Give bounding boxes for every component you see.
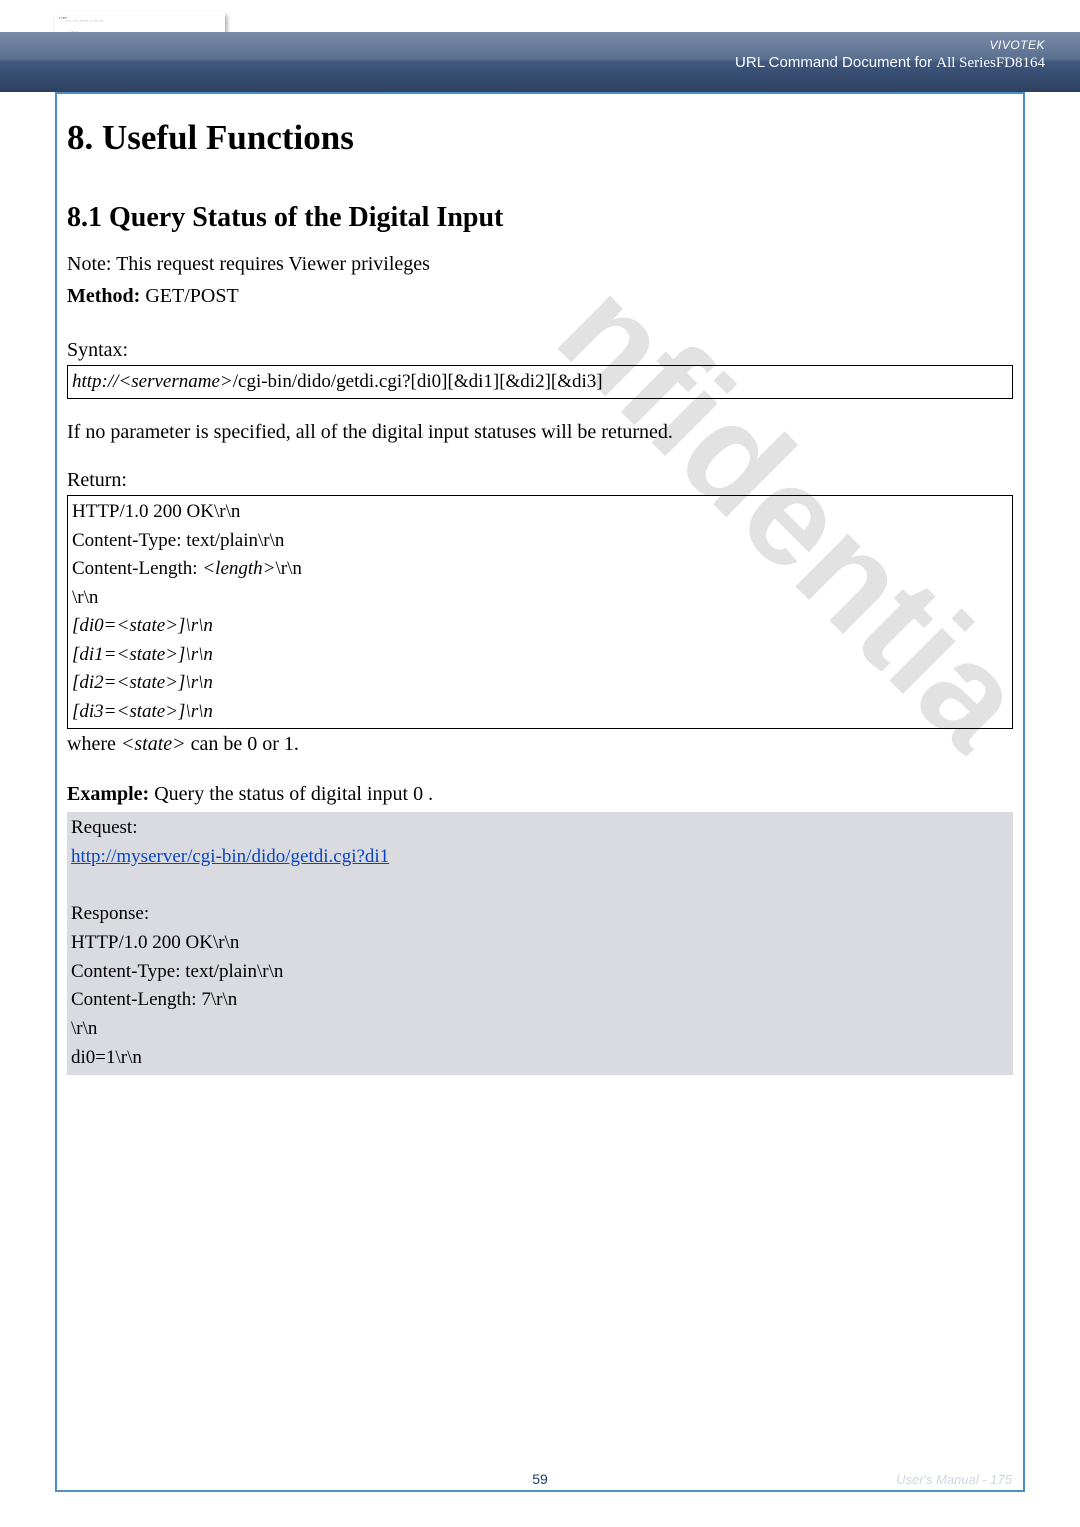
heading-h1: 8. Useful Functions [67, 112, 1013, 165]
return-label: Return: [67, 465, 1013, 495]
return-line-1: HTTP/1.0 200 OK\r\n [72, 498, 1008, 527]
response-label: Response: [71, 900, 1009, 929]
return-line-2: Content-Type: text/plain\r\n [72, 527, 1008, 556]
response-line-4: \r\n [71, 1015, 1009, 1044]
return-box: HTTP/1.0 200 OK\r\n Content-Type: text/p… [67, 495, 1013, 729]
response-line-2: Content-Type: text/plain\r\n [71, 958, 1009, 987]
return-line-8: [di3=<state>]\r\n [72, 698, 1008, 727]
header-subtitle: URL Command Document for All SeriesFD816… [0, 54, 1045, 72]
request-label: Request: [71, 814, 1009, 843]
response-line-1: HTTP/1.0 200 OK\r\n [71, 929, 1009, 958]
header-subtitle-prefix: URL Command Document for [735, 54, 936, 71]
header-subtitle-model: FD8164 [996, 55, 1045, 71]
where-line: where <state> can be 0 or 1. [67, 729, 1013, 759]
heading-h2: 8.1 Query Status of the Digital Input [67, 197, 1013, 239]
method-line: Method: GET/POST [67, 281, 1013, 311]
return-line-7: [di2=<state>]\r\n [72, 669, 1008, 698]
response-line-3: Content-Length: 7\r\n [71, 986, 1009, 1015]
syntax-box: http://<servername>/cgi-bin/dido/getdi.c… [67, 365, 1013, 400]
header-bar: VIVOTEK URL Command Document for All Ser… [0, 32, 1080, 92]
response-line-5: di0=1\r\n [71, 1044, 1009, 1073]
method-label: Method: [67, 285, 140, 307]
syntax-label: Syntax: [67, 335, 1013, 365]
content-border: nfidentia 8. Useful Functions 8.1 Query … [55, 92, 1025, 1492]
request-response-box: Request: http://myserver/cgi-bin/dido/ge… [67, 812, 1013, 1075]
example-text: Query the status of digital input 0 . [149, 783, 433, 805]
no-param-text: If no parameter is specified, all of the… [67, 417, 1013, 447]
return-line-4: \r\n [72, 584, 1008, 613]
request-url-link[interactable]: http://myserver/cgi-bin/dido/getdi.cgi?d… [71, 846, 389, 867]
example-label: Example: [67, 783, 149, 805]
method-value: GET/POST [140, 285, 238, 307]
return-line-3: Content-Length: <length>\r\n [72, 555, 1008, 584]
header-brand: VIVOTEK [0, 38, 1045, 52]
footer-right: User's Manual - 175 [896, 1472, 1012, 1487]
return-line-5: [di0=<state>]\r\n [72, 612, 1008, 641]
syntax-url-path: /cgi-bin/dido/getdi.cgi?[di0][&di1][&di2… [233, 371, 603, 392]
header-subtitle-series: All Series [936, 55, 996, 71]
example-line: Example: Query the status of digital inp… [67, 779, 1013, 809]
syntax-url: http://<servername> [72, 371, 233, 392]
note-text: Note: This request requires Viewer privi… [67, 249, 1013, 279]
return-line-6: [di1=<state>]\r\n [72, 641, 1008, 670]
